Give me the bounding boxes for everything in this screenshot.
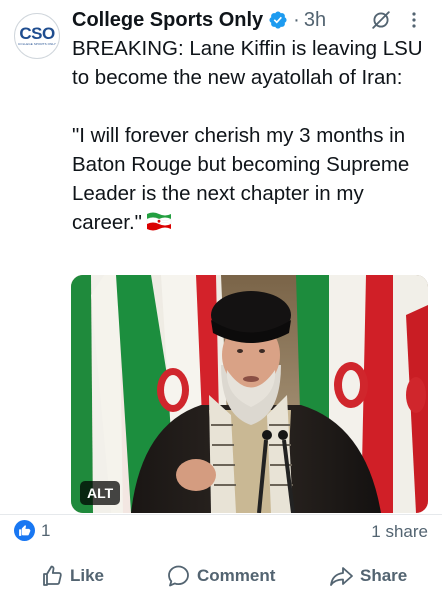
post-time[interactable]: 3h	[304, 9, 326, 32]
iran-flag-icon	[146, 212, 172, 231]
more-options-icon[interactable]	[411, 11, 417, 29]
comment-label: Comment	[197, 566, 276, 585]
divider	[0, 514, 442, 515]
post-quote-text: "I will forever cherish my 3 months in B…	[72, 124, 410, 234]
share-button[interactable]: Share	[329, 556, 407, 596]
share-arrow-icon	[330, 567, 353, 586]
time-separator: ·	[293, 8, 300, 31]
share-count[interactable]: 1 share	[371, 522, 428, 542]
like-count: 1	[41, 520, 51, 540]
post-headline: BREAKING: Lane Kiffin is leaving LSU to …	[72, 37, 423, 89]
image-content	[71, 275, 428, 513]
share-label: Share	[360, 566, 408, 585]
author-name[interactable]: College Sports Only	[72, 9, 263, 32]
post-quote: "I will forever cherish my 3 months in B…	[72, 121, 432, 237]
alt-badge[interactable]: ALT	[80, 481, 121, 505]
avatar-subtext: COLLEGE SPORTS ONLY	[18, 42, 56, 46]
grok-icon[interactable]	[370, 9, 392, 31]
avatar[interactable]: CSO COLLEGE SPORTS ONLY	[14, 13, 60, 59]
verified-badge-icon	[269, 11, 287, 29]
comment-button[interactable]: Comment	[166, 556, 275, 596]
like-button[interactable]: Like	[40, 556, 104, 596]
post-body: BREAKING: Lane Kiffin is leaving LSU to …	[72, 34, 432, 237]
comment-icon	[168, 565, 189, 587]
reaction-summary[interactable]: 1	[14, 520, 50, 541]
like-reaction-icon	[14, 520, 35, 541]
post-image[interactable]: ALT	[71, 275, 428, 513]
thumbs-up-icon	[43, 565, 62, 586]
action-bar: Like Comment Share	[0, 556, 442, 596]
avatar-logo: CSO	[19, 24, 55, 43]
like-label: Like	[70, 566, 105, 585]
post-header: College Sports Only · 3h	[72, 7, 442, 33]
